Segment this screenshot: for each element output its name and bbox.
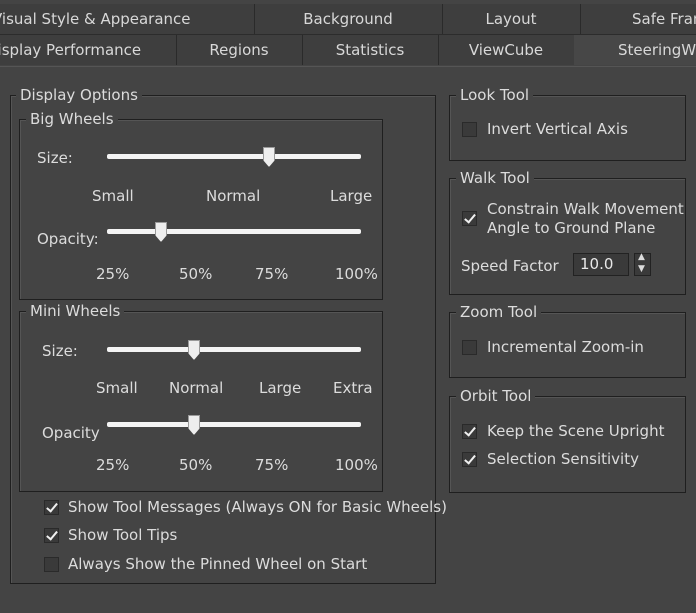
show-tool-tips-label: Show Tool Tips <box>68 526 178 544</box>
big-opacity-tick: 75% <box>255 265 289 283</box>
big-opacity-tick: 25% <box>96 265 130 283</box>
tab-divider <box>0 66 696 67</box>
speed-factor-value: 10.0 <box>580 255 614 273</box>
big-size-tick: Small <box>92 187 134 205</box>
keep-scene-upright-label: Keep the Scene Upright <box>487 422 665 440</box>
mini-size-tick: Extra <box>333 379 373 397</box>
tab-layout[interactable]: Layout <box>442 4 581 34</box>
chevron-down-icon[interactable]: ▼ <box>638 264 645 274</box>
invert-vertical-axis-label: Invert Vertical Axis <box>487 120 628 138</box>
tab-statistics[interactable]: Statistics <box>302 35 439 65</box>
tab-visual-style[interactable]: Visual Style & Appearance <box>0 4 255 34</box>
display-options-title: Display Options <box>16 86 142 104</box>
look-tool-title: Look Tool <box>456 86 534 104</box>
tab-label: ViewCube <box>468 41 544 59</box>
mini-opacity-tick: 100% <box>335 456 378 474</box>
mini-size-tick: Large <box>259 379 302 397</box>
mini-size-tick: Small <box>96 379 138 397</box>
orbit-tool-title: Orbit Tool <box>456 387 536 405</box>
tab-label: Display Performance <box>0 41 142 59</box>
tab-label: Safe Frames <box>632 10 696 28</box>
mini-opacity-tick: 25% <box>96 456 130 474</box>
invert-vertical-axis-checkbox[interactable] <box>462 122 477 137</box>
speed-factor-input[interactable]: 10.0 <box>573 253 629 276</box>
keep-scene-upright-checkbox[interactable] <box>462 424 477 439</box>
tab-safe-frames[interactable]: Safe Frames <box>580 4 696 34</box>
speed-factor-spinner[interactable]: ▲ ▼ <box>634 252 651 276</box>
speed-factor-label: Speed Factor <box>461 257 559 275</box>
walk-tool-title: Walk Tool <box>456 169 534 187</box>
mini-size-label: Size: <box>42 342 78 360</box>
show-tool-messages-checkbox[interactable] <box>44 500 59 515</box>
mini-opacity-label: Opacity <box>42 424 100 442</box>
tab-label: Regions <box>209 41 269 59</box>
constrain-walk-checkbox[interactable] <box>462 211 477 226</box>
mini-size-tick: Normal <box>169 379 224 397</box>
big-wheels-title: Big Wheels <box>26 110 118 128</box>
tab-label: SteeringWheels <box>618 41 696 59</box>
show-tool-messages-label: Show Tool Messages (Always ON for Basic … <box>68 498 447 516</box>
orbit-tool-group <box>449 396 686 493</box>
big-size-tick: Large <box>330 187 373 205</box>
show-tool-tips-checkbox[interactable] <box>44 528 59 543</box>
chevron-up-icon[interactable]: ▲ <box>638 252 645 262</box>
mini-opacity-tick: 75% <box>255 456 289 474</box>
tab-label: Statistics <box>335 41 405 59</box>
constrain-walk-label-line1: Constrain Walk Movement <box>487 200 684 218</box>
tab-regions[interactable]: Regions <box>176 35 303 65</box>
mini-wheels-title: Mini Wheels <box>26 302 125 320</box>
tab-background[interactable]: Background <box>254 4 443 34</box>
tab-label: Layout <box>485 10 537 28</box>
tab-display-performance[interactable]: Display Performance <box>0 35 177 65</box>
mini-size-slider[interactable] <box>107 347 361 352</box>
tab-row-1: Visual Style & Appearance Background Lay… <box>0 4 696 34</box>
big-size-label: Size: <box>37 149 73 167</box>
incremental-zoom-checkbox[interactable] <box>462 340 477 355</box>
always-show-pinned-wheel-label: Always Show the Pinned Wheel on Start <box>68 555 368 573</box>
mini-opacity-tick: 50% <box>179 456 213 474</box>
mini-opacity-slider[interactable] <box>107 422 361 427</box>
big-size-tick: Normal <box>206 187 261 205</box>
constrain-walk-label-line2: Angle to Ground Plane <box>487 219 656 237</box>
tab-label: Visual Style & Appearance <box>0 10 191 28</box>
tab-viewcube[interactable]: ViewCube <box>438 35 575 65</box>
selection-sensitivity-checkbox[interactable] <box>462 452 477 467</box>
big-opacity-tick: 100% <box>335 265 378 283</box>
big-size-slider[interactable] <box>107 154 361 159</box>
always-show-pinned-wheel-checkbox[interactable] <box>44 557 59 572</box>
tab-steeringwheels[interactable]: SteeringWheels <box>574 35 696 65</box>
incremental-zoom-label: Incremental Zoom-in <box>487 338 644 356</box>
big-opacity-slider[interactable] <box>107 229 361 234</box>
tab-label: Background <box>303 10 393 28</box>
zoom-tool-title: Zoom Tool <box>456 303 542 321</box>
selection-sensitivity-label: Selection Sensitivity <box>487 450 639 468</box>
big-opacity-tick: 50% <box>179 265 213 283</box>
tab-row-2: Display Performance Regions Statistics V… <box>0 35 696 65</box>
big-opacity-label: Opacity: <box>37 230 99 248</box>
